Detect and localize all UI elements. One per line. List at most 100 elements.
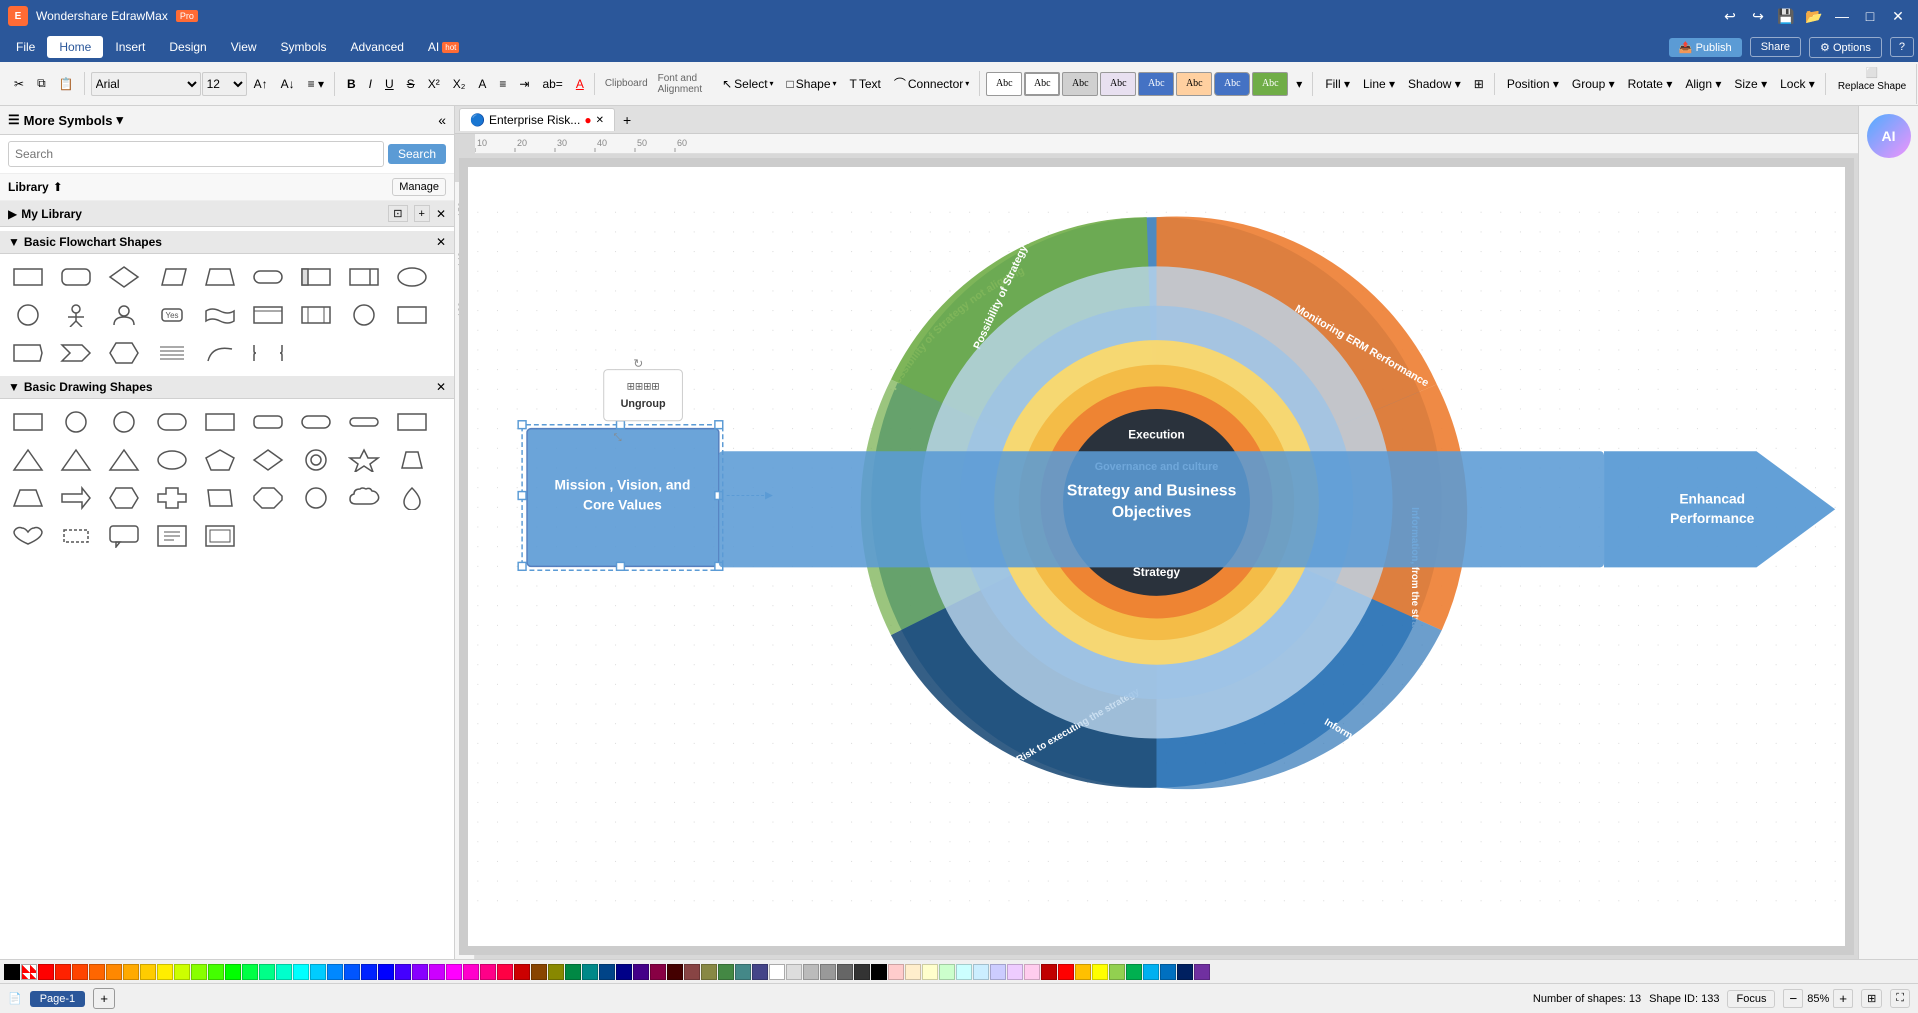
cs-24[interactable] — [429, 964, 445, 980]
canvas[interactable]: Mission , Vision, and Core Values — [459, 158, 1854, 955]
shape-user[interactable] — [102, 298, 146, 332]
font-color2-btn[interactable]: A — [570, 73, 590, 95]
cs-56[interactable] — [973, 964, 989, 980]
panel-collapse-btn[interactable]: « — [438, 112, 446, 128]
fill-btn[interactable]: Fill ▾ — [1319, 73, 1356, 95]
draw-circle[interactable] — [54, 405, 98, 439]
lock-btn[interactable]: Lock ▾ — [1774, 73, 1821, 95]
draw-rect3[interactable] — [390, 405, 434, 439]
search-btn[interactable]: Search — [388, 144, 446, 164]
cs-25[interactable] — [446, 964, 462, 980]
shape-trapezoid[interactable] — [198, 260, 242, 294]
shape-circle[interactable] — [6, 298, 50, 332]
cs-17[interactable] — [310, 964, 326, 980]
cs-68[interactable] — [1177, 964, 1193, 980]
cs-11[interactable] — [208, 964, 224, 980]
cs-13[interactable] — [242, 964, 258, 980]
shape-striped-rect2[interactable] — [342, 260, 386, 294]
select-btn[interactable]: ↖ Select ▾ — [716, 73, 779, 95]
subscript-btn[interactable]: X₂ — [447, 73, 472, 95]
close-btn[interactable]: ✕ — [1886, 4, 1910, 28]
library-manage-btn[interactable]: Manage — [392, 178, 446, 196]
font-family-select[interactable]: Arial — [91, 72, 201, 96]
style-swatch-1[interactable]: Abc — [986, 72, 1022, 96]
shape-penta-rect[interactable] — [6, 336, 50, 370]
cs-69[interactable] — [1194, 964, 1210, 980]
cs-4[interactable] — [89, 964, 105, 980]
cs-50[interactable] — [871, 964, 887, 980]
focus-btn[interactable]: Focus — [1727, 990, 1775, 1008]
my-library-close-btn[interactable]: ✕ — [436, 205, 446, 222]
italic-btn[interactable]: I — [363, 73, 378, 95]
style-swatch-4[interactable]: Abc — [1100, 72, 1136, 96]
shape-ellipse[interactable] — [390, 260, 434, 294]
shape-process[interactable] — [294, 298, 338, 332]
cut-btn[interactable]: ✂ — [8, 73, 30, 95]
shape-brace[interactable] — [246, 336, 290, 370]
cs-7[interactable] — [140, 964, 156, 980]
zoom-out-btn[interactable]: − — [1783, 989, 1803, 1008]
cs-38[interactable] — [667, 964, 683, 980]
shape-arc[interactable] — [198, 336, 242, 370]
shape-data[interactable] — [246, 298, 290, 332]
cs-67[interactable] — [1160, 964, 1176, 980]
cs-30[interactable] — [531, 964, 547, 980]
cs-9[interactable] — [174, 964, 190, 980]
cs-66[interactable] — [1143, 964, 1159, 980]
draw-diamond[interactable] — [246, 443, 290, 477]
style-swatch-8[interactable]: Abc — [1252, 72, 1288, 96]
cs-34[interactable] — [599, 964, 615, 980]
cs-59[interactable] — [1024, 964, 1040, 980]
page-tab[interactable]: Page-1 — [30, 991, 85, 1007]
style-swatch-6[interactable]: Abc — [1176, 72, 1212, 96]
shadow-btn[interactable]: Shadow ▾ — [1402, 73, 1467, 95]
replace-shape-btn[interactable]: ⬜ Replace Shape — [1832, 64, 1912, 104]
draw-rounded2[interactable] — [246, 405, 290, 439]
draw-hexagon[interactable] — [102, 481, 146, 515]
draw-wide-pill[interactable] — [342, 405, 386, 439]
cs-51[interactable] — [888, 964, 904, 980]
group-btn[interactable]: Group ▾ — [1566, 73, 1621, 95]
draw-triangle[interactable] — [6, 443, 50, 477]
draw-callout[interactable] — [102, 519, 146, 553]
shape-decision[interactable]: Yes — [150, 298, 194, 332]
maximize-btn[interactable]: □ — [1858, 4, 1882, 28]
publish-btn[interactable]: 📤 Publish — [1669, 38, 1742, 57]
fullscreen-btn[interactable]: ⛶ — [1890, 989, 1910, 1008]
style-swatch-2[interactable]: Abc — [1024, 72, 1060, 96]
style-swatch-5[interactable]: Abc — [1138, 72, 1174, 96]
styles-expand-btn[interactable]: ⊞ — [1468, 73, 1490, 95]
cs-44[interactable] — [769, 964, 785, 980]
cs-42[interactable] — [735, 964, 751, 980]
canvas-tab-enterprise[interactable]: 🔵 Enterprise Risk... ● ✕ — [459, 108, 615, 131]
menu-ai[interactable]: AI hot — [416, 36, 471, 58]
cs-43[interactable] — [752, 964, 768, 980]
zoom-in-btn[interactable]: + — [1833, 989, 1853, 1008]
cs-32[interactable] — [565, 964, 581, 980]
draw-parallelogram[interactable] — [198, 481, 242, 515]
cs-31[interactable] — [548, 964, 564, 980]
cs-48[interactable] — [837, 964, 853, 980]
shape-parallelogram[interactable] — [150, 260, 194, 294]
cs-60[interactable] — [1041, 964, 1057, 980]
bold-btn[interactable]: B — [341, 73, 362, 95]
help-btn[interactable]: ? — [1890, 37, 1914, 57]
list-btn[interactable]: ≡ — [493, 73, 512, 95]
menu-home[interactable]: Home — [47, 36, 103, 58]
shape-chevron[interactable] — [54, 336, 98, 370]
share-btn[interactable]: Share — [1750, 37, 1801, 57]
shape-person[interactable] — [54, 298, 98, 332]
draw-circle2[interactable] — [102, 405, 146, 439]
shape-hex[interactable] — [102, 336, 146, 370]
cs-53[interactable] — [922, 964, 938, 980]
cs-8[interactable] — [157, 964, 173, 980]
save-btn[interactable]: 💾 — [1774, 4, 1798, 28]
menu-symbols[interactable]: Symbols — [269, 36, 339, 58]
cs-28[interactable] — [497, 964, 513, 980]
shape-diamond[interactable] — [102, 260, 146, 294]
ai-assistant-btn[interactable]: AI — [1867, 114, 1911, 158]
underline-btn[interactable]: U — [379, 73, 400, 95]
align-btn[interactable]: Align ▾ — [1679, 73, 1727, 95]
cs-61[interactable] — [1058, 964, 1074, 980]
cs-49[interactable] — [854, 964, 870, 980]
